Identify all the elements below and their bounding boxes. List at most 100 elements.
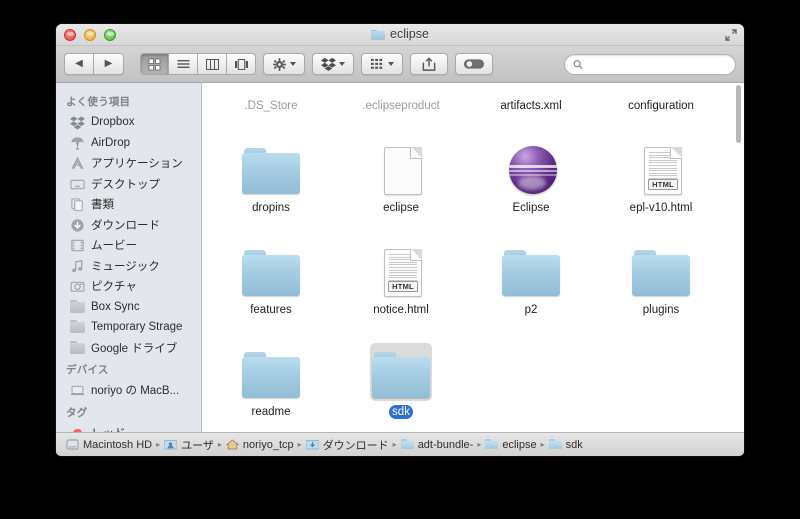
sidebar-item-macbook[interactable]: noriyo の MacB... [56,380,201,401]
file-item-ds-store[interactable]: .DS_Store [206,83,336,113]
sidebar-item-label: ピクチャ [91,281,137,294]
sidebar-item-movies[interactable]: ムービー [56,235,201,256]
breadcrumb-label: eclipse [502,438,537,451]
breadcrumb-downloads[interactable]: ダウンロード [305,437,389,453]
breadcrumb-eclipse[interactable]: eclipse [485,438,537,451]
breadcrumb-label: ダウンロード [322,439,389,452]
icon-grid: .DS_Store .eclipseproduct artifacts.xml … [202,83,744,419]
file-item-notice-html[interactable]: HTML notice.html [336,215,466,317]
share-button[interactable] [410,53,448,75]
folder-icon [239,138,303,198]
dropbox-icon [321,57,336,71]
file-label: notice.html [373,304,429,316]
grid-row: features HTML notice.html p2 plugins [206,215,740,317]
file-item-dropins[interactable]: dropins [206,113,336,215]
column-view-button[interactable] [198,53,227,75]
folder-icon [239,240,303,300]
arrange-menu-button[interactable] [361,53,403,75]
file-item-eclipse-doc[interactable]: eclipse [336,113,466,215]
fullscreen-arrows-icon[interactable] [724,28,738,42]
search-field[interactable] [564,53,736,75]
sidebar-item-label: デスクトップ [91,178,160,191]
grid-row: readme sdk [206,317,740,419]
airdrop-icon [70,136,85,150]
html-document-icon: HTML [369,240,433,300]
movies-icon [70,238,85,252]
file-item-configuration[interactable]: configuration [596,83,726,113]
coverflow-view-button[interactable] [227,53,256,75]
chevron-down-icon [290,62,296,66]
folder-icon [548,439,562,450]
sidebar-item-tag-red[interactable]: レッド [56,423,201,432]
dropbox-menu-button[interactable] [312,53,354,75]
file-item-epl-v10-html[interactable]: HTML epl-v10.html [596,113,726,215]
html-badge: HTML [648,179,678,190]
dropbox-icon [70,115,85,130]
tag-button[interactable] [455,53,493,75]
forward-arrow-icon: ▶ [104,58,113,69]
sidebar-item-airdrop[interactable]: AirDrop [56,133,201,154]
breadcrumb-separator: ▸ [392,440,397,449]
sidebar-item-label: ムービー [91,240,137,253]
sidebar-section-header-devices: デバイス [66,364,109,376]
red-dot-icon [70,426,85,432]
file-label: epl-v10.html [629,202,693,214]
breadcrumb-label: ユーザ [181,439,214,452]
sidebar-item-applications[interactable]: アプリケーション [56,153,201,174]
pictures-icon [70,279,85,293]
sidebar-item-temporary-strage[interactable]: Temporary Strage [56,317,201,338]
file-item-empty [466,317,596,419]
list-view-button[interactable] [169,53,198,75]
file-item-p2[interactable]: p2 [466,215,596,317]
laptop-icon [70,383,85,397]
file-item-readme[interactable]: readme [206,317,336,419]
file-browser-area[interactable]: .DS_Store .eclipseproduct artifacts.xml … [202,83,744,432]
file-item-plugins[interactable]: plugins [596,215,726,317]
grid-icon [148,58,161,70]
action-menu-button[interactable] [263,53,305,75]
forward-button[interactable]: ▶ [94,53,124,75]
folder-icon [70,299,85,314]
sidebar-item-google-drive[interactable]: Google ドライブ [56,338,201,359]
tag-icon [463,59,485,69]
downloads-icon [70,218,85,232]
back-arrow-icon: ◀ [75,58,83,69]
desktop-icon [70,177,85,191]
sidebar-item-pictures[interactable]: ピクチャ [56,276,201,297]
folder-icon [629,240,693,300]
breadcrumb-label: Macintosh HD [83,438,153,451]
sidebar-item-label: 書類 [91,199,114,212]
file-item-eclipse-app[interactable]: Eclipse [466,113,596,215]
breadcrumb-sdk[interactable]: sdk [548,439,583,451]
users-folder-icon [163,439,178,450]
sidebar[interactable]: よく使う項目 Dropbox AirDrop アプリケーション デスクトップ 書… [56,83,202,432]
grid-row: .DS_Store .eclipseproduct artifacts.xml … [206,83,740,113]
file-item-artifacts-xml[interactable]: artifacts.xml [466,83,596,113]
breadcrumb-adt-bundle[interactable]: adt-bundle- [400,439,473,451]
breadcrumb-home[interactable]: noriyo_tcp [225,439,294,451]
icon-view-button[interactable] [140,53,169,75]
disk-icon [66,439,79,450]
html-document-icon: HTML [629,138,693,198]
file-item-eclipseproduct[interactable]: .eclipseproduct [336,83,466,113]
breadcrumb-users[interactable]: ユーザ [163,437,214,453]
search-input[interactable] [587,58,727,70]
back-button[interactable]: ◀ [64,53,94,75]
folder-icon [70,320,85,334]
breadcrumb-separator: ▸ [156,440,161,449]
sidebar-item-dropbox[interactable]: Dropbox [56,112,201,133]
sidebar-item-desktop[interactable]: デスクトップ [56,174,201,195]
sidebar-item-box-sync[interactable]: Box Sync [56,297,201,318]
file-label: sdk [389,405,413,419]
sidebar-item-documents[interactable]: 書類 [56,194,201,215]
sidebar-item-downloads[interactable]: ダウンロード [56,215,201,236]
file-item-sdk[interactable]: sdk [336,317,466,419]
file-item-features[interactable]: features [206,215,336,317]
sidebar-item-label: noriyo の MacB... [91,385,180,398]
sidebar-item-music[interactable]: ミュージック [56,256,201,277]
breadcrumb-macintosh-hd[interactable]: Macintosh HD [66,439,152,451]
folder-icon [369,342,433,402]
breadcrumb-separator: ▸ [540,440,545,449]
file-label: p2 [524,304,538,316]
arrange-icon [370,58,383,69]
